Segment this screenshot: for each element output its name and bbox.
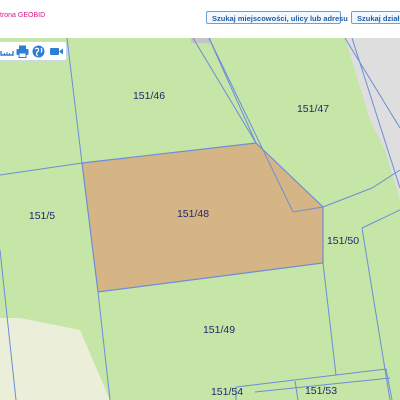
measure-icon[interactable] bbox=[0, 44, 15, 59]
print-icon[interactable] bbox=[15, 44, 30, 59]
parcel-label-151-49[interactable]: 151/49 bbox=[203, 324, 235, 336]
top-bar: trona GEOBID Szukaj miejscowości, ulicy … bbox=[0, 0, 400, 39]
parcel-label-151-5[interactable]: 151/5 bbox=[29, 210, 55, 222]
globe-icon[interactable] bbox=[31, 44, 46, 59]
search-place-button[interactable]: Szukaj miejscowości, ulicy lub adresu bbox=[206, 11, 348, 24]
parcel-label-151-50[interactable]: 151/50 bbox=[327, 235, 359, 247]
parcel-map[interactable]: 151/46 151/47 151/48 151/5 151/50 151/49… bbox=[0, 38, 400, 400]
search-parcel-button[interactable]: Szukaj działki bbox=[351, 11, 400, 24]
parcel-label-151-54[interactable]: 151/54 bbox=[211, 386, 243, 398]
map-view[interactable]: 151/46 151/47 151/48 151/5 151/50 151/49… bbox=[0, 38, 400, 400]
camera-icon[interactable] bbox=[49, 44, 64, 59]
map-toolbar bbox=[0, 41, 67, 61]
parcel-label-151-53[interactable]: 151/53 bbox=[305, 385, 337, 397]
brand-text: trona GEOBID bbox=[0, 12, 46, 19]
parcel-label-151-48[interactable]: 151/48 bbox=[177, 208, 209, 220]
parcel-label-151-47[interactable]: 151/47 bbox=[297, 103, 329, 115]
parcel-label-151-46[interactable]: 151/46 bbox=[133, 90, 165, 102]
